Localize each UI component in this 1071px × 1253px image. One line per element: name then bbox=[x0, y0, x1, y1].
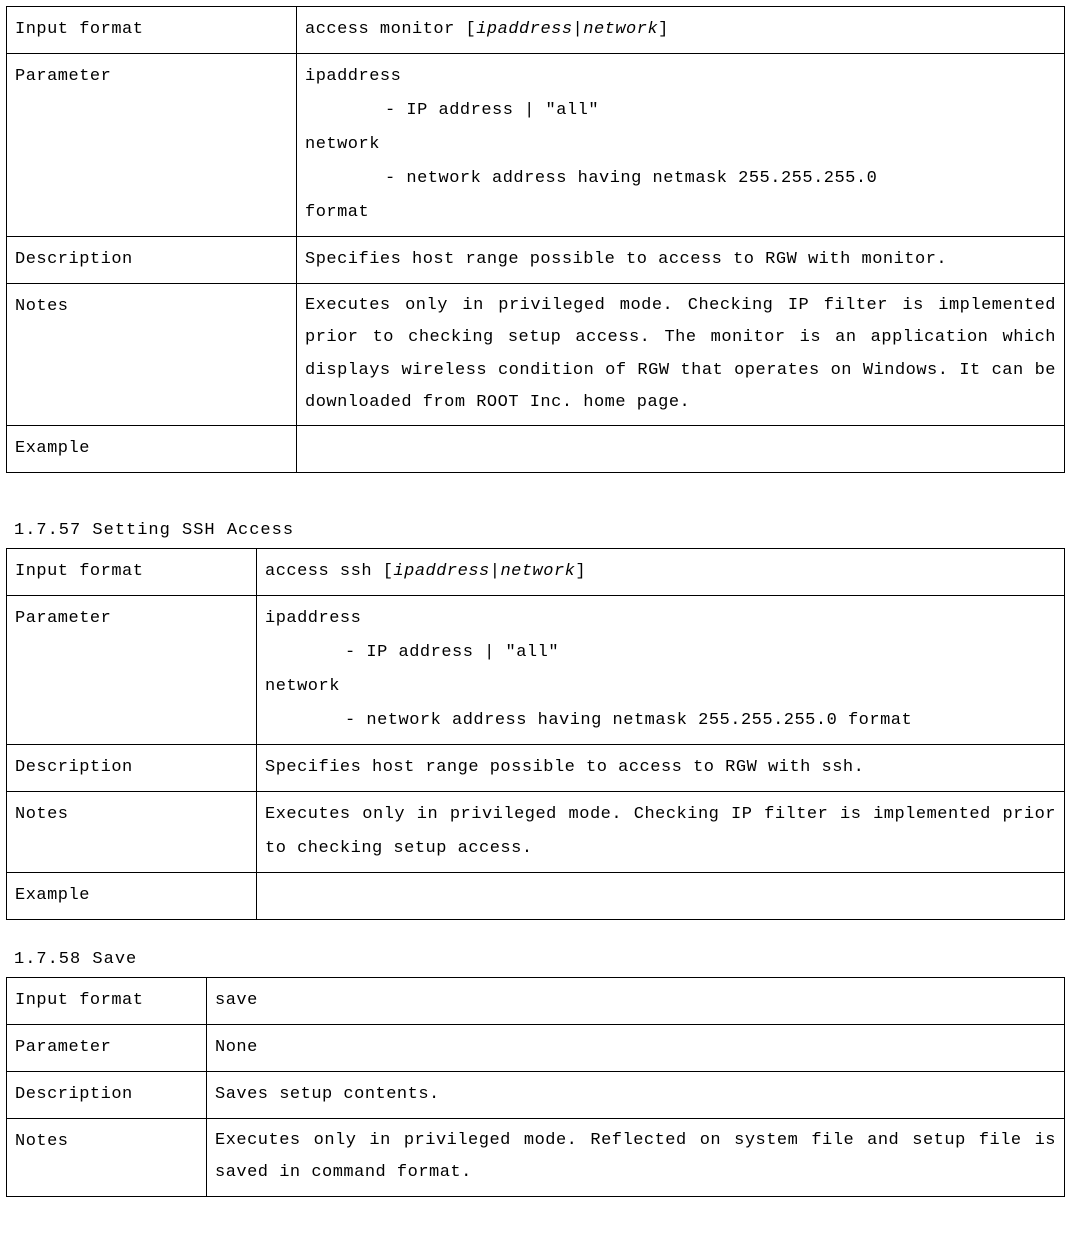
label-example: Example bbox=[7, 873, 257, 920]
table-row: Description Saves setup contents. bbox=[7, 1072, 1065, 1119]
input-format-italic: ipaddress|network bbox=[476, 20, 658, 39]
table-row: Example bbox=[7, 873, 1065, 920]
label-parameter: Parameter bbox=[7, 1025, 207, 1072]
table-row: Description Specifies host range possibl… bbox=[7, 745, 1065, 792]
param-net-desc: - network address having netmask 255.255… bbox=[265, 704, 1056, 738]
value-parameter: None bbox=[207, 1025, 1065, 1072]
input-format-suffix: ] bbox=[575, 562, 586, 581]
label-description: Description bbox=[7, 745, 257, 792]
value-example bbox=[257, 873, 1065, 920]
label-input-format: Input format bbox=[7, 549, 257, 596]
label-notes: Notes bbox=[7, 284, 297, 426]
value-notes: Executes only in privileged mode. Checki… bbox=[257, 792, 1065, 873]
label-parameter: Parameter bbox=[7, 596, 257, 745]
param-net-desc: - network address having netmask 255.255… bbox=[305, 162, 1056, 196]
label-description: Description bbox=[7, 237, 297, 284]
label-input-format: Input format bbox=[7, 978, 207, 1025]
table-row: Input format access ssh [ipaddress|netwo… bbox=[7, 549, 1065, 596]
input-format-prefix: access monitor [ bbox=[305, 20, 476, 39]
value-description: Specifies host range possible to access … bbox=[257, 745, 1065, 792]
param-format: format bbox=[305, 203, 369, 222]
input-format-suffix: ] bbox=[658, 20, 669, 39]
table-row: Input format access monitor [ipaddress|n… bbox=[7, 7, 1065, 54]
param-ip-desc: - IP address | "all" bbox=[265, 636, 1056, 670]
table-row: Notes Executes only in privileged mode. … bbox=[7, 284, 1065, 426]
table-row: Parameter ipaddress - IP address | "all"… bbox=[7, 596, 1065, 745]
table-row: Input format save bbox=[7, 978, 1065, 1025]
param-net-label: network bbox=[305, 135, 380, 154]
value-input-format: save bbox=[207, 978, 1065, 1025]
section-heading-save: 1.7.58 Save bbox=[14, 950, 1065, 969]
value-notes: Executes only in privileged mode. Reflec… bbox=[207, 1119, 1065, 1197]
input-format-italic: ipaddress|network bbox=[393, 562, 575, 581]
value-parameter: ipaddress - IP address | "all" network -… bbox=[257, 596, 1065, 745]
label-parameter: Parameter bbox=[7, 54, 297, 237]
section-heading-ssh: 1.7.57 Setting SSH Access bbox=[14, 521, 1065, 540]
label-notes: Notes bbox=[7, 1119, 207, 1197]
value-parameter: ipaddress - IP address | "all" network -… bbox=[297, 54, 1065, 237]
command-table-save: Input format save Parameter None Descrip… bbox=[6, 977, 1065, 1197]
label-input-format: Input format bbox=[7, 7, 297, 54]
command-table-monitor: Input format access monitor [ipaddress|n… bbox=[6, 6, 1065, 473]
value-description: Specifies host range possible to access … bbox=[297, 237, 1065, 284]
value-input-format: access monitor [ipaddress|network] bbox=[297, 7, 1065, 54]
param-net-label: network bbox=[265, 677, 340, 696]
table-row: Notes Executes only in privileged mode. … bbox=[7, 792, 1065, 873]
value-input-format: access ssh [ipaddress|network] bbox=[257, 549, 1065, 596]
label-description: Description bbox=[7, 1072, 207, 1119]
input-format-prefix: access ssh [ bbox=[265, 562, 393, 581]
table-row: Notes Executes only in privileged mode. … bbox=[7, 1119, 1065, 1197]
label-example: Example bbox=[7, 426, 297, 473]
value-example bbox=[297, 426, 1065, 473]
table-row: Parameter ipaddress - IP address | "all"… bbox=[7, 54, 1065, 237]
value-description: Saves setup contents. bbox=[207, 1072, 1065, 1119]
table-row: Example bbox=[7, 426, 1065, 473]
value-notes: Executes only in privileged mode. Checki… bbox=[297, 284, 1065, 426]
label-notes: Notes bbox=[7, 792, 257, 873]
table-row: Description Specifies host range possibl… bbox=[7, 237, 1065, 284]
command-table-ssh: Input format access ssh [ipaddress|netwo… bbox=[6, 548, 1065, 920]
param-ip-label: ipaddress bbox=[305, 67, 401, 86]
param-ip-label: ipaddress bbox=[265, 609, 361, 628]
table-row: Parameter None bbox=[7, 1025, 1065, 1072]
param-ip-desc: - IP address | "all" bbox=[305, 94, 1056, 128]
